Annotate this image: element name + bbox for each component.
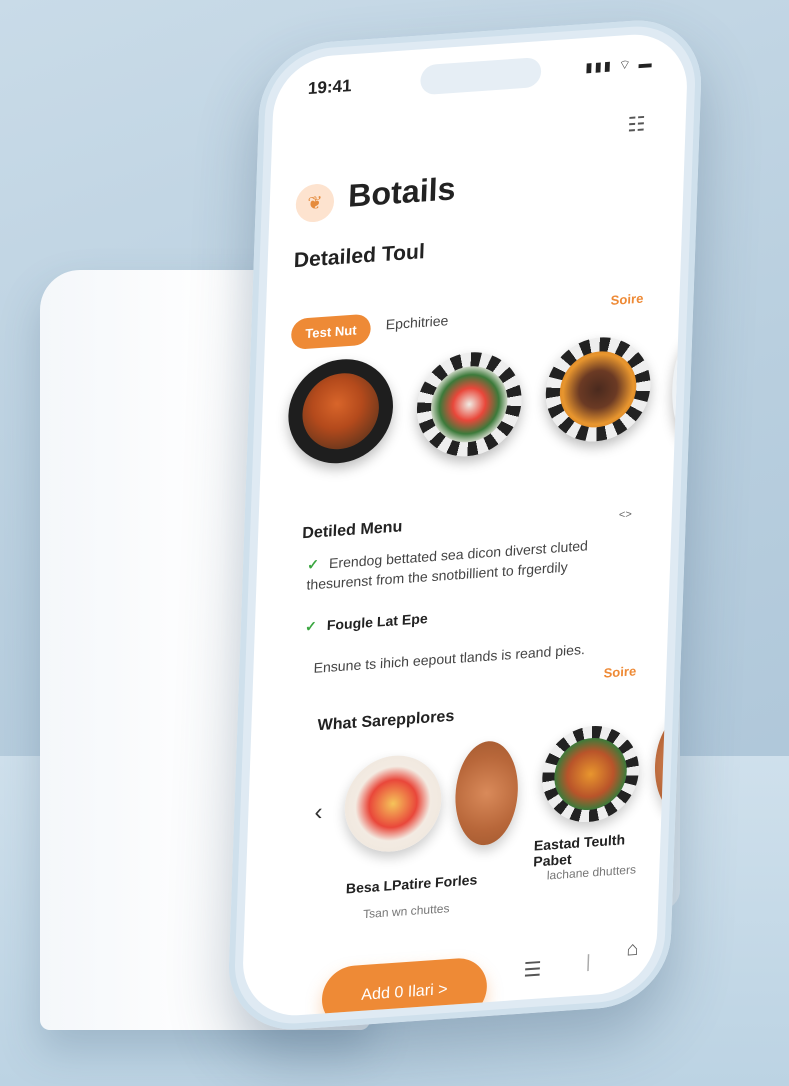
status-time: 19:41: [307, 76, 352, 99]
phone-frame: 19:41 ▮▮▮ ⌔ ▬ ☷ ❦ Botails Detailed Toul …: [226, 15, 704, 1035]
tab-active[interactable]: Test Nut: [290, 313, 372, 351]
menu-item: ✓ Fougle Lat Epe: [305, 608, 428, 636]
food-image-roast[interactable]: [544, 333, 653, 445]
signal-icon: ▮▮▮: [585, 57, 614, 75]
food-carousel[interactable]: [280, 333, 689, 473]
check-icon: ✓: [306, 556, 320, 573]
menu-item-text: Erendog bettated sea dicon diverst clute…: [306, 537, 589, 593]
status-icons: ▮▮▮ ⌔ ▬: [585, 55, 654, 76]
add-button[interactable]: Add 0 Ilari >: [320, 956, 488, 1020]
home-icon[interactable]: ⌂: [626, 938, 639, 962]
suggestion-image-pancake[interactable]: [343, 752, 443, 855]
menu-item: ✓ Erendog bettated sea dicon diverst clut…: [306, 532, 639, 595]
suggestions-title: What Sarepplores: [317, 707, 455, 735]
menu-item-text: Fougle Lat Epe: [326, 610, 428, 634]
food-image-partial[interactable]: [670, 333, 689, 441]
suggestion-image-bread[interactable]: [653, 709, 689, 818]
see-all-link[interactable]: Soire: [603, 663, 636, 680]
phone-screen: 19:41 ▮▮▮ ⌔ ▬ ☷ ❦ Botails Detailed Toul …: [241, 30, 689, 1020]
list-icon[interactable]: ☰: [523, 957, 542, 983]
battery-icon: ▬: [638, 55, 654, 72]
wifi-icon: ⌔: [618, 56, 634, 73]
tab-secondary[interactable]: Epchitriee: [386, 312, 449, 332]
see-all-link[interactable]: Soire: [610, 291, 643, 308]
phone-scene: 19:41 ▮▮▮ ⌔ ▬ ☷ ❦ Botails Detailed Toul …: [0, 0, 789, 1086]
food-image-fried-dish[interactable]: [286, 355, 395, 467]
menu-description: Ensune ts ihich eepout tlands is reand p…: [313, 641, 586, 676]
menu-heading: Detiled Menu: [301, 518, 403, 543]
suggestion-image-noodles[interactable]: [540, 722, 641, 826]
app-title: Botails: [347, 170, 457, 214]
dynamic-island: [419, 56, 542, 96]
chevron-left-icon[interactable]: ‹: [314, 799, 323, 827]
code-icon[interactable]: <>: [619, 508, 632, 521]
card-subtitle: Tsan wn chuttes: [362, 901, 450, 922]
card-title[interactable]: Besa LPatire Forles: [346, 871, 478, 896]
document-icon[interactable]: ☷: [627, 111, 646, 137]
food-icon: ❦: [295, 182, 335, 224]
check-icon: ✓: [304, 617, 318, 635]
suggestion-image-bread[interactable]: [453, 739, 520, 848]
divider: |: [585, 951, 592, 972]
food-image-salad[interactable]: [415, 348, 524, 460]
section-title: Detailed Toul: [293, 240, 426, 273]
